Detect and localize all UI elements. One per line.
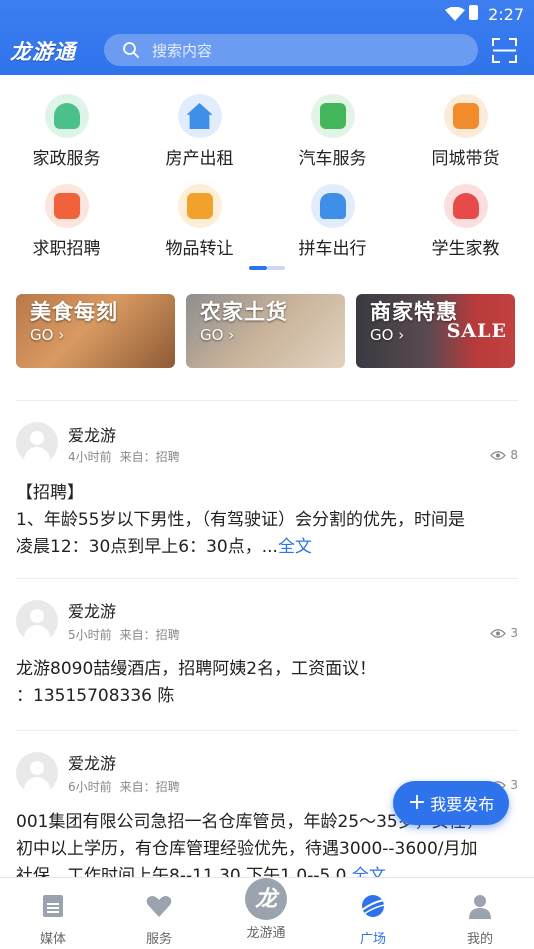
category-house-rent[interactable]: 房产出租 xyxy=(133,88,266,169)
post-meta: 5小时前 来自：招聘 xyxy=(68,628,180,642)
sale-sign: SALE xyxy=(446,320,507,342)
housekeeping-icon xyxy=(44,94,89,138)
search-bar[interactable]: 搜索内容 xyxy=(104,34,478,66)
transfer-icon xyxy=(177,184,222,228)
category-car-service[interactable]: 汽车服务 xyxy=(266,88,399,169)
post-body: 【招聘】 1、年龄55岁以下男性，（有驾驶证）会分割的优先，时间是 凌晨12：3… xyxy=(16,483,465,557)
eye-icon xyxy=(490,450,507,460)
page-dot xyxy=(267,266,285,270)
heart-icon xyxy=(146,896,172,917)
person-icon xyxy=(469,895,491,919)
post-username[interactable]: 爱龙游 xyxy=(68,750,116,774)
post-body: 龙游8090喆缦酒店，招聘阿姨2名，工资面议！ ：13515708336 陈 xyxy=(16,659,377,706)
publish-button[interactable]: + 我要发布 xyxy=(393,781,509,825)
tab-label: 广场 xyxy=(359,932,386,947)
avatar[interactable] xyxy=(16,752,58,794)
battery-icon xyxy=(469,5,478,20)
category-tutor[interactable]: 学生家教 xyxy=(399,178,532,259)
tab-longyoutong[interactable]: 龙 龙游通 xyxy=(213,878,319,949)
read-more-link[interactable]: 全文 xyxy=(352,866,386,877)
category-label: 学生家教 xyxy=(431,239,500,259)
banner-go: GO › xyxy=(200,326,235,344)
post-username[interactable]: 爱龙游 xyxy=(68,422,116,446)
scan-icon[interactable] xyxy=(492,38,517,63)
category-transfer[interactable]: 物品转让 xyxy=(133,178,266,259)
top-header: 2:27 龙游通 搜索内容 xyxy=(0,0,534,75)
banner-title: 美食每刻 xyxy=(30,300,118,324)
category-label: 物品转让 xyxy=(165,239,234,259)
category-label: 同城带货 xyxy=(431,149,500,169)
banner-title: 商家特惠 xyxy=(370,300,458,324)
banner-go: GO › xyxy=(30,326,65,344)
search-placeholder: 搜索内容 xyxy=(152,41,213,60)
avatar[interactable] xyxy=(16,600,58,642)
avatar[interactable] xyxy=(16,422,58,464)
category-local-delivery[interactable]: 同城带货 xyxy=(399,88,532,169)
app-logo: 龙游通 xyxy=(10,39,76,64)
bottom-tab-bar: 媒体 服务 龙 龙游通 广场 我的 xyxy=(0,877,534,949)
post-meta: 4小时前 来自：招聘 xyxy=(68,450,180,464)
view-count: 8 xyxy=(490,448,518,462)
feed-divider xyxy=(16,400,518,401)
category-label: 汽车服务 xyxy=(298,149,367,169)
news-icon xyxy=(43,895,63,917)
tab-label: 服务 xyxy=(145,932,172,947)
banner-food[interactable]: 美食每刻 GO › xyxy=(16,294,175,368)
view-count: 3 xyxy=(490,626,518,640)
category-label: 家政服务 xyxy=(32,149,101,169)
banner-go: GO › xyxy=(370,326,405,344)
plus-icon: + xyxy=(407,790,427,815)
planet-icon xyxy=(361,895,386,917)
grid-page-indicator xyxy=(249,266,285,270)
banner-farm-goods[interactable]: 农家土货 GO › xyxy=(186,294,345,368)
category-label: 拼车出行 xyxy=(298,239,367,259)
category-jobs[interactable]: 求职招聘 xyxy=(0,178,133,259)
package-icon xyxy=(443,94,488,138)
status-time: 2:27 xyxy=(488,5,524,24)
post-username[interactable]: 爱龙游 xyxy=(68,598,116,622)
post-meta: 6小时前 来自：招聘 xyxy=(68,780,180,794)
category-housekeeping[interactable]: 家政服务 xyxy=(0,88,133,169)
tab-mine[interactable]: 我的 xyxy=(427,878,533,949)
tab-services[interactable]: 服务 xyxy=(106,878,212,949)
page-dot-active xyxy=(249,266,267,270)
category-label: 求职招聘 xyxy=(32,239,101,259)
banner-title: 农家土货 xyxy=(200,300,288,324)
category-carpool[interactable]: 拼车出行 xyxy=(266,178,399,259)
feed-divider xyxy=(16,578,518,579)
wifi-icon xyxy=(445,7,465,21)
category-label: 房产出租 xyxy=(165,149,234,169)
tutor-icon xyxy=(443,184,488,228)
banner-merchant-deals[interactable]: 商家特惠 GO › SALE xyxy=(356,294,515,368)
house-rent-icon xyxy=(177,94,222,138)
briefcase-icon xyxy=(44,184,89,228)
car-service-icon xyxy=(310,94,355,138)
tab-media[interactable]: 媒体 xyxy=(0,878,106,949)
read-more-link[interactable]: 全文 xyxy=(278,537,312,557)
tab-label: 龙游通 xyxy=(246,926,286,941)
carpool-icon xyxy=(310,184,355,228)
eye-icon xyxy=(490,628,507,638)
tab-plaza[interactable]: 广场 xyxy=(320,878,426,949)
tab-label: 我的 xyxy=(466,932,493,947)
tab-label: 媒体 xyxy=(39,932,66,947)
dragon-logo-icon: 龙 xyxy=(245,878,287,920)
publish-label: 我要发布 xyxy=(430,795,495,814)
search-icon xyxy=(123,42,139,58)
